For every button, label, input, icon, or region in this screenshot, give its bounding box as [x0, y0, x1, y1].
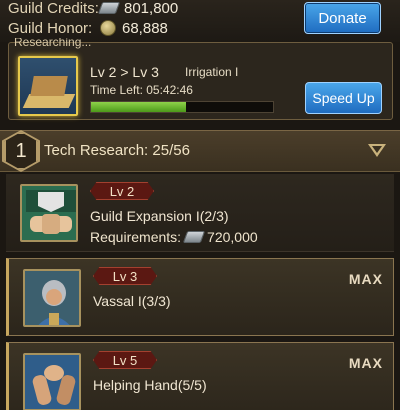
guild-honor-row: Guild Honor: 68,888 — [8, 18, 168, 38]
tech-item-helping-hand[interactable]: Lv 5 Helping Hand(5/5) MAX — [6, 342, 394, 410]
guild-honor-value: 68,888 — [122, 19, 168, 37]
silver-bar-icon — [182, 231, 206, 243]
section-title: Tech Research: 25/56 — [44, 142, 190, 159]
knight-portrait-icon — [23, 269, 81, 327]
arm-wrestle-icon — [23, 353, 81, 410]
guild-credits-value: 801,800 — [124, 0, 179, 17]
guild-credits-row: Guild Credits: 801,800 — [8, 0, 178, 18]
requirements-label: Requirements: — [90, 229, 182, 245]
max-label: MAX — [348, 271, 383, 287]
silver-bar-icon — [97, 2, 121, 14]
guild-honor-label: Guild Honor: — [8, 19, 93, 37]
handshake-icon — [20, 184, 78, 242]
requirements-value: 720,000 — [207, 229, 258, 245]
research-name: Irrigation I — [185, 65, 239, 79]
level-badge: Lv 5 — [93, 351, 157, 369]
chevron-down-icon[interactable] — [368, 144, 386, 158]
researching-header: Researching... — [14, 38, 92, 49]
honor-medal-icon — [100, 20, 116, 36]
tech-name: Vassal I(3/3) — [93, 293, 171, 309]
research-progress-bar — [90, 101, 274, 113]
level-badge: Lv 2 — [90, 182, 154, 200]
speed-up-button[interactable]: Speed Up — [305, 82, 382, 114]
donate-button[interactable]: Donate — [304, 2, 381, 34]
irrigation-farm-icon[interactable] — [18, 56, 78, 116]
tech-item-vassal[interactable]: Lv 3 Vassal I(3/3) MAX — [6, 258, 394, 336]
tech-name: Guild Expansion I(2/3) — [90, 208, 229, 224]
tech-name: Helping Hand(5/5) — [93, 377, 207, 393]
research-progress-fill — [91, 102, 186, 112]
level-badge: Lv 3 — [93, 267, 157, 285]
tech-item-guild-expansion[interactable]: Lv 2 Guild Expansion I(2/3) Requirements… — [6, 174, 394, 252]
research-level-change: Lv 2 > Lv 3 — [90, 64, 159, 80]
requirements: Requirements: 720,000 — [90, 229, 258, 245]
research-time-left: Time Left: 05:42:46 — [90, 83, 193, 97]
max-label: MAX — [348, 355, 383, 371]
guild-credits-label: Guild Credits: — [8, 0, 99, 17]
